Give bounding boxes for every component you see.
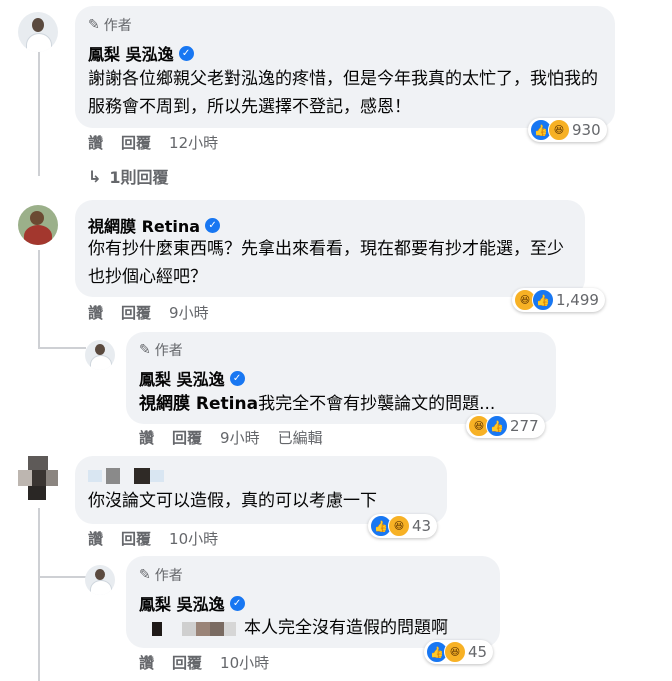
thread-line <box>38 52 40 176</box>
reaction-summary[interactable]: 👍 😆 43 <box>368 514 438 538</box>
commenter-name[interactable]: 視網膜 Retina ✓ <box>88 213 221 237</box>
haha-reaction-icon: 😆 <box>388 515 410 537</box>
timestamp[interactable]: 10小時 <box>220 652 269 673</box>
avatar[interactable] <box>18 12 58 52</box>
haha-reaction-icon: 😆 <box>444 641 466 663</box>
commenter-name[interactable]: 鳳梨 吳泓逸 ✓ <box>139 591 245 615</box>
verified-badge-icon: ✓ <box>205 217 221 233</box>
redacted-mention <box>148 620 240 638</box>
comment-text: 謝謝各位鄉親父老對泓逸的疼惜，但是今年我真的太忙了，我怕我的服務會不周到，所以先… <box>88 69 598 117</box>
reaction-count: 45 <box>468 643 488 661</box>
comment-text: 你有抄什麼東西嗎？先拿出來看看，現在都要有抄才能選，至少也抄個心經吧？ <box>88 239 564 287</box>
thread-line <box>38 576 86 578</box>
timestamp[interactable]: 9小時 <box>220 427 260 448</box>
reply-arrow-icon: ↳ <box>88 166 102 186</box>
reaction-count: 277 <box>510 417 539 435</box>
verified-badge-icon: ✓ <box>178 45 194 61</box>
timestamp[interactable]: 12小時 <box>169 132 218 153</box>
thread-line <box>38 578 40 681</box>
pencil-icon: ✎ <box>139 342 151 358</box>
thread-line <box>38 250 40 348</box>
reply-button[interactable]: 回覆 <box>172 427 202 448</box>
edited-label: 已編輯 <box>277 429 323 447</box>
haha-reaction-icon: 😆 <box>548 119 570 141</box>
pencil-icon: ✎ <box>88 17 100 33</box>
avatar[interactable] <box>18 205 58 245</box>
author-tag: ✎ 作者 <box>139 567 183 584</box>
comment-actions: 讚 回覆 9小時 已編輯 <box>139 427 323 448</box>
thread-line <box>38 347 86 349</box>
like-button[interactable]: 讚 <box>88 528 103 549</box>
reaction-summary[interactable]: 😆 👍 277 <box>466 414 545 438</box>
reply-button[interactable]: 回覆 <box>121 132 151 153</box>
comment-actions: 讚 回覆 12小時 <box>88 132 218 153</box>
comment-text: 你沒論文可以造假，真的可以考慮一下 <box>88 491 377 511</box>
avatar[interactable] <box>85 340 115 370</box>
reply-button[interactable]: 回覆 <box>121 528 151 549</box>
avatar[interactable] <box>18 456 58 502</box>
mention-link[interactable]: 視網膜 Retina <box>139 394 258 414</box>
redacted-name <box>88 468 168 484</box>
author-tag: ✎ 作者 <box>139 342 183 359</box>
avatar[interactable] <box>85 565 115 595</box>
commenter-name[interactable]: 鳳梨 吳泓逸 ✓ <box>139 366 245 390</box>
verified-badge-icon: ✓ <box>229 370 245 386</box>
like-button[interactable]: 讚 <box>88 132 103 153</box>
like-reaction-icon: 👍 <box>486 415 508 437</box>
like-button[interactable]: 讚 <box>88 302 103 323</box>
commenter-name[interactable]: 鳳梨 吳泓逸 ✓ <box>88 41 194 65</box>
comment-actions: 讚 回覆 9小時 <box>88 302 209 323</box>
reaction-count: 1,499 <box>556 291 599 309</box>
comment-text: 本人完全沒有造假的問題啊 <box>244 618 448 638</box>
comment-actions: 讚 回覆 10小時 <box>139 652 269 673</box>
view-replies-link[interactable]: ↳ 1則回覆 <box>88 164 169 188</box>
timestamp[interactable]: 10小時 <box>169 528 218 549</box>
reaction-summary[interactable]: 👍 😆 45 <box>424 640 494 664</box>
reply-button[interactable]: 回覆 <box>172 652 202 673</box>
timestamp[interactable]: 9小時 <box>169 302 209 323</box>
thread-line <box>38 508 40 578</box>
reply-button[interactable]: 回覆 <box>121 302 151 323</box>
comment-actions: 讚 回覆 10小時 <box>88 528 218 549</box>
reaction-count: 43 <box>412 517 432 535</box>
reaction-summary[interactable]: 😆 👍 1,499 <box>512 288 605 312</box>
like-button[interactable]: 讚 <box>139 652 154 673</box>
like-reaction-icon: 👍 <box>532 289 554 311</box>
pencil-icon: ✎ <box>139 567 151 583</box>
reaction-summary[interactable]: 👍 😆 930 <box>528 118 607 142</box>
reaction-count: 930 <box>572 121 601 139</box>
verified-badge-icon: ✓ <box>229 595 245 611</box>
like-button[interactable]: 讚 <box>139 427 154 448</box>
author-tag: ✎ 作者 <box>88 17 132 34</box>
